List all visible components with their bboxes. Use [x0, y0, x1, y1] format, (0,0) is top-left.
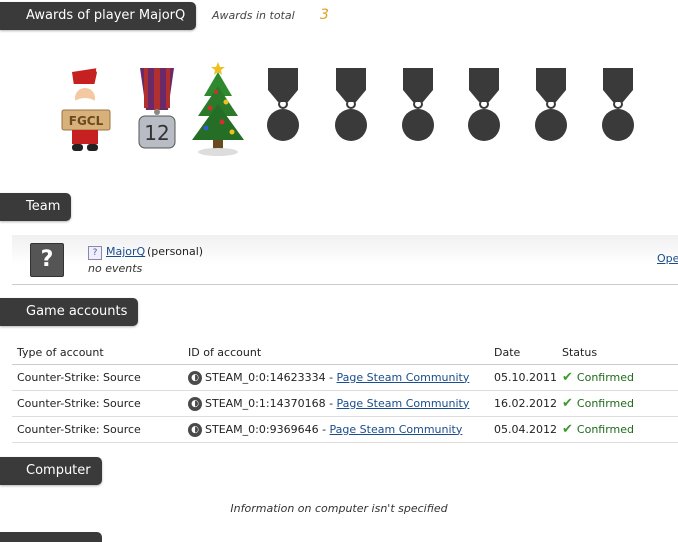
- account-status: ✔ Confirmed: [557, 364, 678, 391]
- next-section-tab: [0, 532, 102, 542]
- account-status: ✔ Confirmed: [557, 390, 678, 417]
- check-icon: ✔: [562, 396, 573, 411]
- santa-sign-text: FGCL: [69, 114, 104, 128]
- santa-award-icon[interactable]: FGCL: [54, 62, 118, 162]
- game-accounts-section-title: Game accounts: [0, 298, 139, 326]
- team-personal-label: (personal): [147, 245, 204, 258]
- medal-12-text: 12: [144, 121, 169, 145]
- status-label: Confirmed: [576, 397, 635, 410]
- account-date: 16.02.2012: [489, 390, 557, 417]
- empty-medal-icon: [391, 62, 455, 162]
- empty-medal-icon: [524, 62, 588, 162]
- account-id: STEAM_0:1:14370168: [205, 396, 326, 410]
- empty-medal-icon: [324, 62, 388, 162]
- column-header-status: Status: [557, 341, 678, 365]
- column-header-date: Date: [489, 341, 557, 365]
- steam-icon: ◐: [188, 422, 202, 437]
- account-type: Counter-Strike: Source: [12, 416, 183, 443]
- steam-community-link[interactable]: Page Steam Community: [337, 371, 470, 384]
- team-player-link[interactable]: MajorQ: [106, 245, 145, 258]
- steam-community-link[interactable]: Page Steam Community: [337, 397, 470, 410]
- id-separator: -: [318, 422, 330, 436]
- question-icon: ?: [88, 246, 102, 260]
- id-separator: -: [325, 396, 337, 410]
- account-status: ✔ Confirmed: [557, 416, 678, 443]
- account-id-cell: ◐ STEAM_0:0:9369646 - Page Steam Communit…: [183, 416, 489, 443]
- account-id: STEAM_0:0:14623334: [205, 370, 326, 384]
- id-separator: -: [325, 370, 337, 384]
- team-card: ? ? MajorQ (personal) no events Ope: [12, 235, 678, 285]
- steam-community-link[interactable]: Page Steam Community: [330, 423, 463, 436]
- team-section-title: Team: [0, 193, 72, 221]
- account-date: 05.04.2012: [489, 416, 557, 443]
- awards-list: FGCL 12: [54, 62, 674, 162]
- check-icon: ✔: [562, 422, 573, 437]
- column-header-type: Type of account: [12, 341, 183, 365]
- medal-12-award-icon[interactable]: 12: [126, 62, 190, 162]
- team-open-link[interactable]: Ope: [657, 252, 678, 265]
- empty-medal-icon: [256, 62, 320, 162]
- status-label: Confirmed: [576, 371, 635, 384]
- empty-medal-icon: [591, 62, 655, 162]
- status-label: Confirmed: [576, 423, 635, 436]
- table-row: Counter-Strike: Source ◐ STEAM_0:0:936964…: [12, 416, 678, 443]
- team-avatar: ?: [30, 243, 64, 277]
- check-icon: ✔: [562, 370, 573, 385]
- awards-total-count: 3: [320, 7, 329, 23]
- empty-medal-icon: [457, 62, 521, 162]
- column-header-id: ID of account: [183, 341, 489, 365]
- table-row: Counter-Strike: Source ◐ STEAM_0:0:146233…: [12, 364, 678, 391]
- awards-section-title: Awards of player MajorQ: [0, 2, 197, 30]
- computer-info-text: Information on computer isn't specified: [230, 502, 448, 515]
- computer-section-title: Computer: [0, 457, 102, 485]
- account-id-cell: ◐ STEAM_0:0:14623334 - Page Steam Communi…: [183, 364, 489, 391]
- table-row: Counter-Strike: Source ◐ STEAM_0:1:143701…: [12, 390, 678, 417]
- steam-icon: ◐: [188, 370, 202, 385]
- account-id-cell: ◐ STEAM_0:1:14370168 - Page Steam Communi…: [183, 390, 489, 417]
- account-type: Counter-Strike: Source: [12, 390, 183, 417]
- team-events-text: no events: [88, 262, 143, 275]
- steam-icon: ◐: [188, 396, 202, 411]
- account-id: STEAM_0:0:9369646: [205, 422, 319, 436]
- awards-total-label: Awards in total: [212, 9, 295, 22]
- christmas-tree-award-icon[interactable]: [186, 62, 250, 162]
- account-type: Counter-Strike: Source: [12, 364, 183, 391]
- table-header-row: Type of account ID of account Date Statu…: [12, 341, 678, 365]
- account-date: 05.10.2011: [489, 364, 557, 391]
- game-accounts-table: Type of account ID of account Date Statu…: [12, 341, 678, 443]
